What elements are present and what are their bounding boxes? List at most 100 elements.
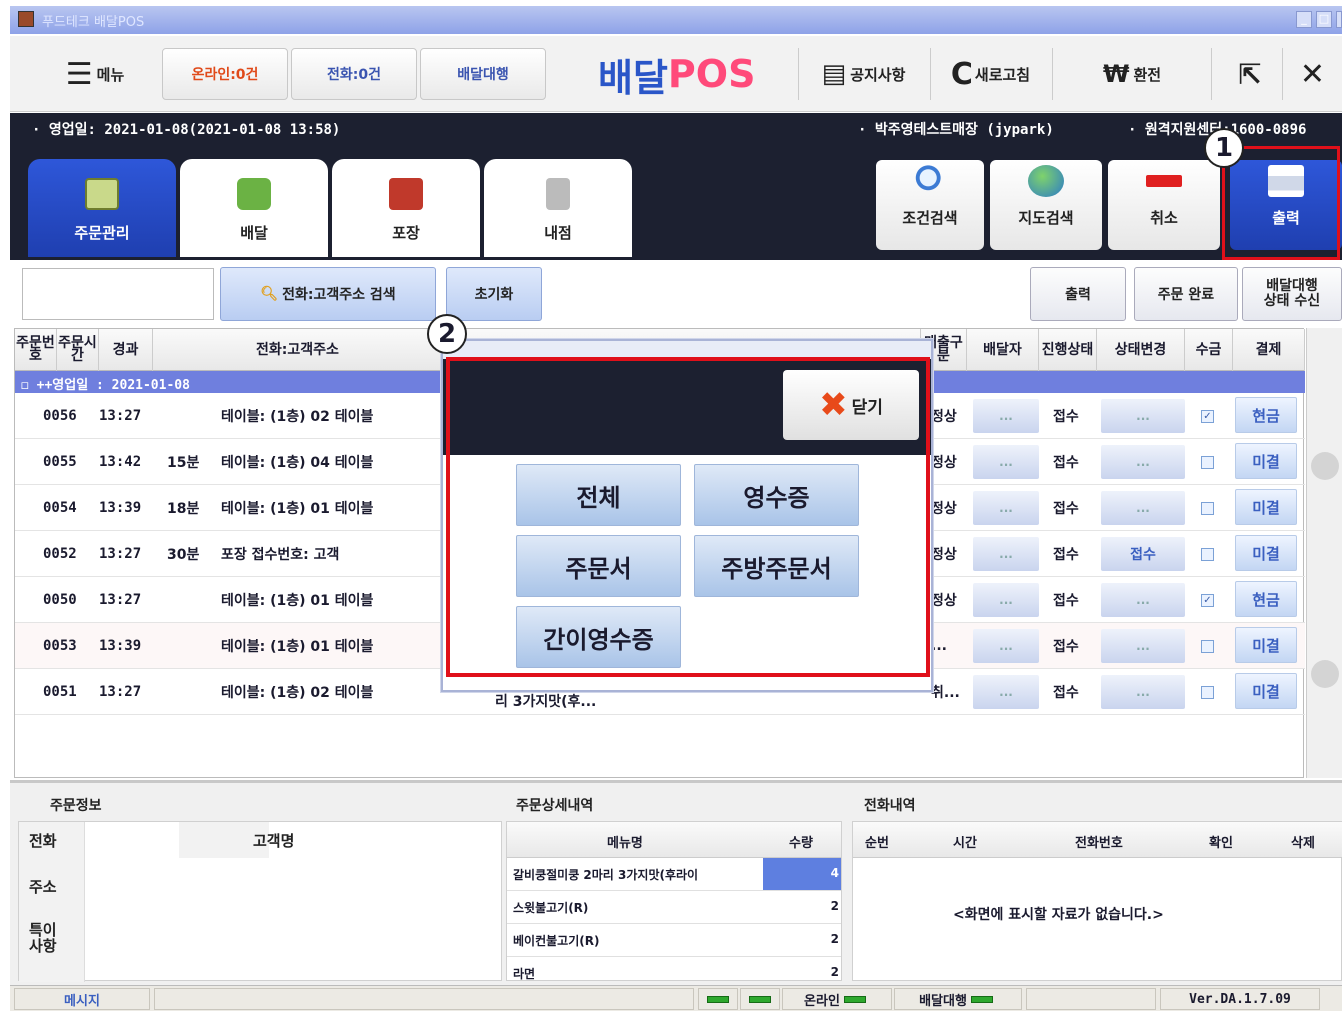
detail-item-name[interactable]: 베이컨불고기(R) [513,932,763,949]
phone-orders-button[interactable]: 전화:0건 [291,48,417,100]
collect-checkbox[interactable]: ✓ [1201,594,1214,607]
minimize-app-button[interactable]: ⇱ [1220,48,1280,100]
maximize-button[interactable]: □ [1316,11,1332,28]
delivery-status-button[interactable]: 배달대행 상태 수신 [1242,267,1342,321]
step-marker-2-text: 2 [437,319,457,349]
cell-elapsed [167,669,207,715]
cell-address: 테이블: (1층) 01 테이블 [221,501,374,517]
delivery-agent-label: 배달대행 [457,67,509,83]
detail-item-name[interactable]: 스윗불고기(R) [513,899,763,916]
col-collect[interactable]: 수금 [1185,329,1233,371]
status-change-button[interactable]: 접수 [1101,537,1185,571]
won-icon: ₩ [1102,60,1130,88]
cell-sales-type: 정상 [931,501,957,517]
driver-button[interactable]: ... [973,583,1039,617]
col-order-no[interactable]: 주문번호 [15,329,57,371]
payment-button[interactable]: 미결 [1235,673,1297,709]
tab-takeout[interactable]: 포장 [332,159,480,257]
cell-order-time: 13:27 [99,546,142,562]
driver-button[interactable]: ... [973,675,1039,709]
online-orders-button[interactable]: 온라인:0건 [162,48,288,100]
cell-address: 테이블: (1층) 01 테이블 [221,593,374,609]
collect-checkbox[interactable] [1201,548,1214,561]
highlight-box-print [1222,146,1340,260]
search-input[interactable] [22,268,214,320]
exchange-label: 환전 [1133,65,1162,84]
exchange-button[interactable]: ₩ 환전 [1052,48,1212,100]
cell-order-time: 13:27 [99,408,142,424]
status-change-button[interactable]: ... [1101,583,1185,617]
map-search-button[interactable]: 지도검색 [990,160,1102,250]
status-bar: 메시지 온라인 배달대행 Ver.DA.1.7.09 [10,985,1342,1011]
payment-button[interactable]: 현금 [1235,397,1297,433]
cell-order-time: 13:27 [99,684,142,700]
status-change-button[interactable]: ... [1101,675,1185,709]
status-change-button[interactable]: ... [1101,629,1185,663]
detail-item-qty[interactable]: 2 [763,924,841,956]
driver-button[interactable]: ... [973,537,1039,571]
collect-checkbox[interactable] [1201,640,1214,653]
globe-icon [1028,165,1064,197]
step-marker-1-text: 1 [1214,133,1234,163]
cell-elapsed [167,577,207,623]
col-status-change[interactable]: 상태변경 [1097,329,1185,371]
collect-checkbox[interactable] [1201,502,1214,515]
cell-order-no: 0051 [43,684,77,700]
phone-address-search-button[interactable]: 🔍︎ 전화:고객주소 검색 [220,267,436,321]
notice-button[interactable]: ▤ 공지사항 [798,48,928,100]
delivery-agent-button[interactable]: 배달대행 [420,48,546,100]
exit-button[interactable]: ✕ [1282,48,1342,100]
call-log-title: 전화내역 [864,798,916,814]
complete-order-button[interactable]: 주문 완료 [1134,267,1238,321]
collect-checkbox[interactable]: ✓ [1201,410,1214,423]
status-change-button[interactable]: ... [1101,399,1185,433]
bottom-panels: 주문정보 전화 고객명 주소 특이사항 주문상세내역 메뉴명 수량 갈비쿵절미쿵… [10,780,1342,985]
driver-button[interactable]: ... [973,629,1039,663]
status-blank [154,988,694,1010]
minimize-button[interactable]: _ [1296,11,1312,28]
detail-item-qty[interactable]: 2 [763,891,841,923]
menu-button[interactable]: ☰ 메뉴 [40,48,150,100]
detail-item-qty[interactable]: 2 [763,957,841,980]
col-payment[interactable]: 결제 [1233,329,1305,371]
grid-scrollbar[interactable] [1306,328,1342,778]
cell-sales-type: ... [931,638,947,654]
col-order-time[interactable]: 주문시간 [57,329,99,371]
payment-button[interactable]: 현금 [1235,581,1297,617]
driver-button[interactable]: ... [973,399,1039,433]
scroll-down-icon[interactable] [1311,660,1339,688]
payment-button[interactable]: 미결 [1235,535,1297,571]
cell-sales-type: 정상 [931,547,957,563]
driver-button[interactable]: ... [973,445,1039,479]
driver-button[interactable]: ... [973,491,1039,525]
cell-address: 테이블: (1층) 02 테이블 [221,409,374,425]
cell-progress: 접수 [1053,409,1079,425]
close-window-button[interactable] [1336,11,1342,28]
reset-button[interactable]: 초기화 [446,267,542,321]
payment-button[interactable]: 미결 [1235,443,1297,479]
address-label: 주소 [29,878,57,896]
tab-dine-in[interactable]: 내점 [484,159,632,257]
col-driver[interactable]: 배달자 [967,329,1039,371]
scroll-up-icon[interactable] [1311,452,1339,480]
collect-checkbox[interactable] [1201,456,1214,469]
status-change-button[interactable]: ... [1101,491,1185,525]
cell-sales-type: 정상 [931,409,957,425]
status-change-button[interactable]: ... [1101,445,1185,479]
detail-item-name[interactable]: 라면 [513,965,763,980]
payment-button[interactable]: 미결 [1235,627,1297,663]
col-address[interactable]: 전화:고객주소 [153,329,443,371]
refresh-button[interactable]: C 새로고침 [930,48,1050,100]
order-detail-title: 주문상세내역 [516,798,594,814]
tab-order-management[interactable]: 주문관리 [28,159,176,257]
cancel-order-button[interactable]: 취소 [1108,160,1220,250]
col-elapsed[interactable]: 경과 [99,329,153,371]
payment-button[interactable]: 미결 [1235,489,1297,525]
print-list-button[interactable]: 출력 [1030,267,1126,321]
condition-search-button[interactable]: 조건검색 [876,160,984,250]
col-progress[interactable]: 진행상태 [1039,329,1097,371]
tab-delivery[interactable]: 배달 [180,159,328,257]
detail-item-qty[interactable]: 4 [763,858,841,890]
detail-item-name[interactable]: 갈비쿵절미쿵 2마리 3가지맛(후라이 [513,866,763,883]
collect-checkbox[interactable] [1201,686,1214,699]
